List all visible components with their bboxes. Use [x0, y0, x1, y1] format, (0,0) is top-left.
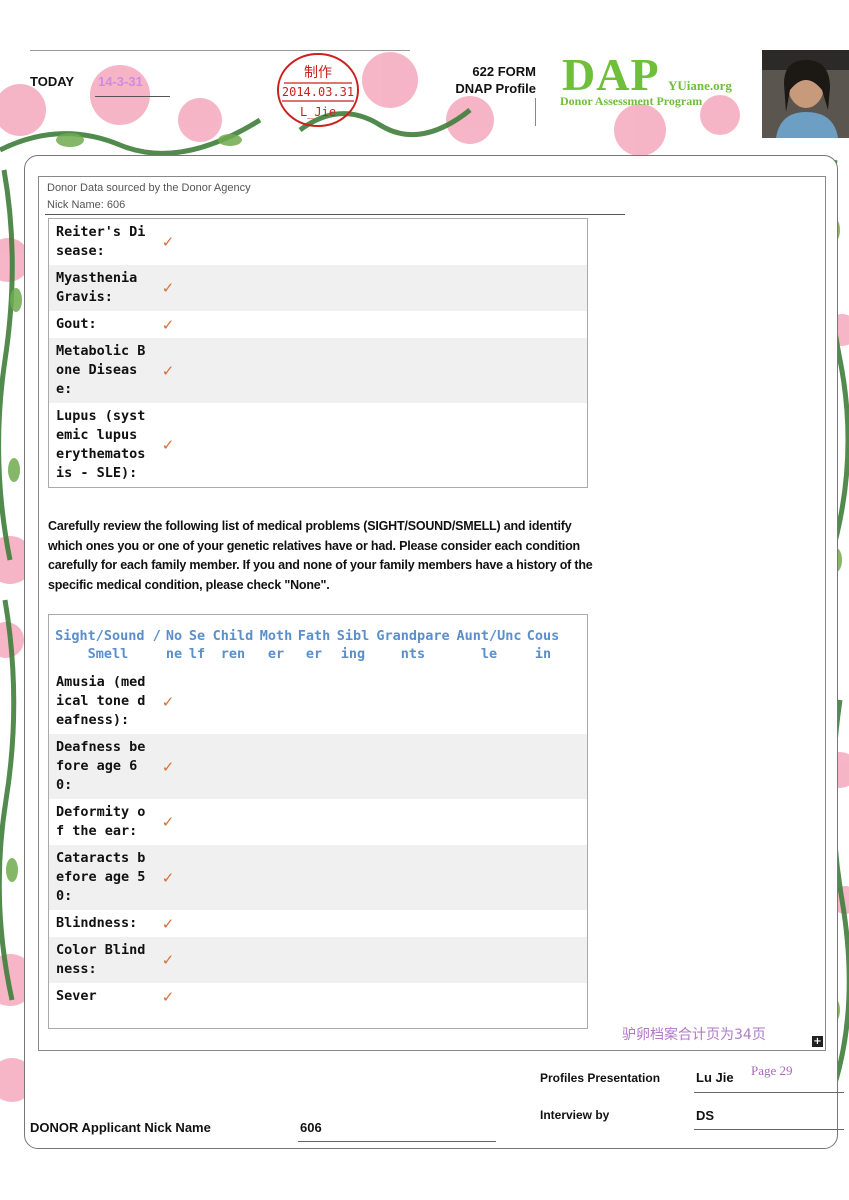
header-self: Self: [188, 628, 206, 662]
page-count-note: 驴卵档案合计页为34页: [622, 1027, 766, 1043]
interview-by-label: Interview by: [540, 1108, 610, 1122]
logo-subtitle: Donor Assessment Program: [560, 94, 703, 108]
donor-nick-name-label: DONOR Applicant Nick Name: [30, 1120, 211, 1135]
table-header: Sight/Sound /Smell None Self Children Mo…: [49, 615, 587, 669]
table-row: Gout: ✓: [49, 311, 587, 338]
stamp-text-date: 2014.03.31: [281, 85, 355, 99]
header-grandparents: Grandparents: [376, 628, 450, 662]
footer-underline: [694, 1092, 844, 1093]
check-mark-icon[interactable]: ✓: [153, 988, 183, 1006]
stamp-text-top: 制作: [304, 65, 332, 81]
condition-label: Gout:: [56, 316, 97, 332]
form-subtitle: DNAP Profile: [455, 81, 536, 96]
table-row: Lupus (systemic lupus erythematosis - SL…: [49, 403, 587, 487]
donor-nick-name-value: 606: [300, 1120, 322, 1135]
condition-label: Amusia (medical tone deafness):: [56, 674, 146, 728]
form-title: 622 FORM DNAP Profile: [420, 63, 536, 97]
condition-label: Color Blindness:: [56, 942, 146, 977]
check-mark-icon[interactable]: ✓: [153, 279, 183, 297]
dap-logo: DAP: [562, 49, 660, 100]
header-father: Father: [297, 628, 331, 662]
header-cousin: Cousin: [526, 628, 560, 662]
table-row: Amusia (medical tone deafness): ✓: [49, 669, 587, 734]
nick-name-line: Nick Name: 606: [47, 199, 126, 211]
check-mark-icon[interactable]: ✓: [153, 813, 183, 831]
nick-name-underline: [45, 214, 625, 215]
logo-domain: YUiane.org: [668, 78, 732, 93]
header-sibling: Sibling: [336, 628, 370, 662]
condition-label: Deformity of the ear:: [56, 804, 146, 839]
check-mark-icon[interactable]: ✓: [153, 436, 183, 454]
form-divider: [535, 98, 536, 126]
condition-label: Reiter's Disease:: [56, 224, 146, 259]
check-mark-icon[interactable]: ✓: [153, 362, 183, 380]
instructions-text: Carefully review the following list of m…: [48, 519, 593, 592]
header-none: None: [165, 628, 183, 662]
autoimmune-conditions-table: Reiter's Disease: ✓ Myasthenia Gravis: ✓…: [48, 218, 588, 488]
table-row: Deformity of the ear: ✓: [49, 799, 587, 845]
today-date: 14-3-31: [98, 74, 143, 89]
condition-label: Blindness:: [56, 915, 138, 931]
table-row: Blindness: ✓: [49, 910, 587, 937]
table-row: Metabolic Bone Disease: ✓: [49, 338, 587, 403]
condition-label: Myasthenia Gravis:: [56, 270, 138, 305]
table-row: Cataracts before age 50: ✓: [49, 845, 587, 910]
condition-label: Sever: [56, 988, 97, 1004]
check-mark-icon[interactable]: ✓: [153, 869, 183, 887]
today-underline: [95, 96, 170, 97]
header-rule: [30, 50, 410, 51]
footer-underline: [694, 1129, 844, 1130]
sight-sound-smell-table: Sight/Sound /Smell None Self Children Mo…: [48, 614, 588, 1029]
check-mark-icon[interactable]: ✓: [153, 758, 183, 776]
condition-label: Deafness before age 60:: [56, 739, 146, 793]
interview-by-value: DS: [696, 1108, 715, 1123]
table-row: Deafness before age 60: ✓: [49, 734, 587, 799]
stamp-text-bottom: L_Jie: [299, 105, 337, 119]
header-condition: Sight/Sound /Smell: [55, 628, 161, 662]
expand-icon[interactable]: +: [812, 1036, 823, 1047]
table-row: Sever ✓: [49, 983, 587, 1010]
header-mother: Mother: [259, 628, 293, 662]
check-mark-icon[interactable]: ✓: [153, 915, 183, 933]
page-number: Page 29: [751, 1063, 793, 1078]
table-row: Myasthenia Gravis: ✓: [49, 265, 587, 311]
condition-label: Metabolic Bone Disease:: [56, 343, 146, 397]
check-mark-icon[interactable]: ✓: [153, 693, 183, 711]
check-mark-icon[interactable]: ✓: [153, 233, 183, 251]
header-children: Children: [212, 628, 254, 662]
form-number: 622 FORM: [472, 64, 536, 79]
check-mark-icon[interactable]: ✓: [153, 951, 183, 969]
donor-photo: [762, 50, 849, 138]
table-row: Color Blindness: ✓: [49, 937, 587, 983]
table-row: Reiter's Disease: ✓: [49, 219, 587, 265]
profiles-presentation-label: Profiles Presentation: [540, 1071, 661, 1085]
footer-underline: [298, 1141, 496, 1142]
profiles-presentation-value: Lu Jie: [696, 1070, 734, 1085]
condition-label: Lupus (systemic lupus erythematosis - SL…: [56, 408, 146, 481]
check-mark-icon[interactable]: ✓: [153, 316, 183, 334]
data-source-line: Donor Data sourced by the Donor Agency: [47, 182, 251, 194]
today-label: TODAY: [30, 74, 75, 89]
header-aunt-uncle: Aunt/Uncle: [456, 628, 522, 662]
red-seal-stamp: 制作 2014.03.31 L_Jie: [276, 52, 360, 128]
condition-label: Cataracts before age 50:: [56, 850, 146, 904]
